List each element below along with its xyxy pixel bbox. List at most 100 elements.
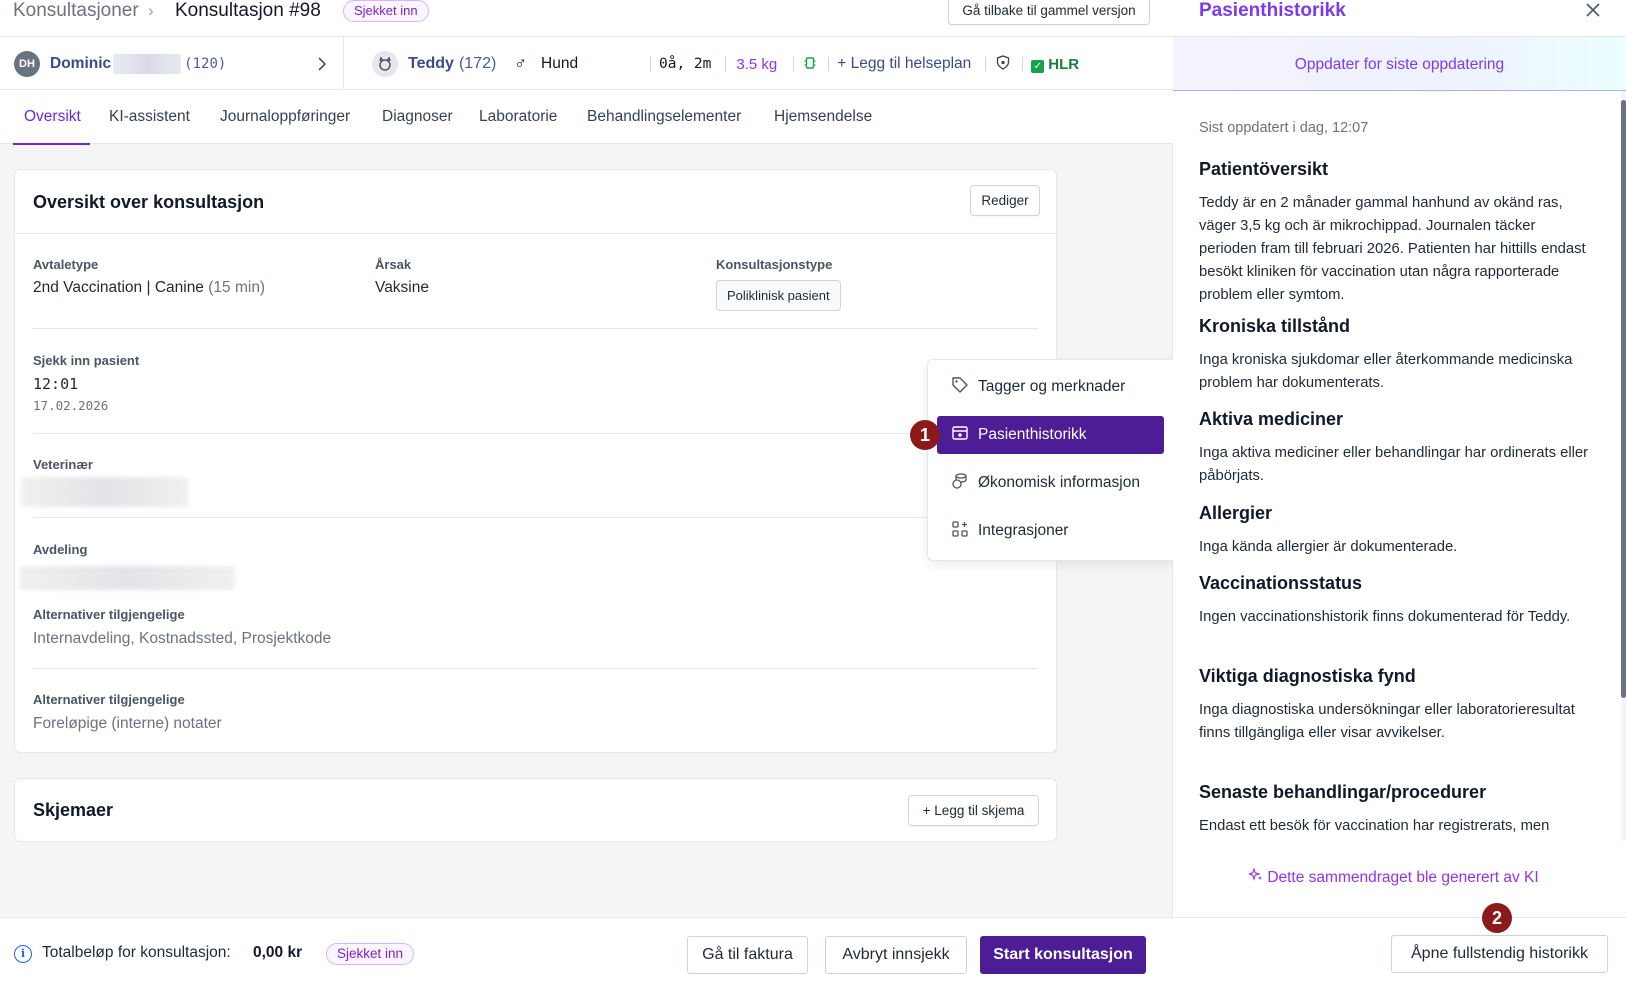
forms-title: Skjemaer [33,800,114,820]
close-icon[interactable] [1585,0,1601,24]
integrations-icon [951,520,978,543]
section-text: Inga aktiva mediciner eller behandlingar… [1199,445,1589,484]
more-menu: Tagger og merknader Pasienthistorikk Øko… [927,359,1173,561]
divider [793,57,795,71]
add-health-plan-button[interactable]: + Legg til helseplan [837,55,971,73]
owner-info[interactable]: DH Dominic (120) [14,37,226,91]
cancel-checkin-button[interactable]: Avbryt innsjekk [825,936,967,974]
start-consultation-button[interactable]: Start konsultasjon [980,936,1146,974]
owner-name[interactable]: Dominic [50,55,111,73]
section-heading: Kroniska tillstånd [1199,316,1351,336]
chevron-right-icon[interactable] [316,37,328,91]
section-text: Inga kroniska sjukdomar eller återkomman… [1199,352,1573,391]
breadcrumb-separator: › [148,1,154,20]
reason-label: Årsak [375,257,412,272]
pet-info: Teddy (172) ♂ Hund [372,37,578,91]
page-title: Konsultasjon #98 [175,0,321,21]
consult-type-tag: Poliklinisk pasient [716,280,841,311]
divider [985,57,987,71]
ai-note-text: Dette sammendraget ble generert av KI [1267,869,1539,886]
tab-laboratory[interactable]: Laboratorie [479,90,557,144]
tab-overview[interactable]: Oversikt [13,90,90,145]
status-badge: Sjekket inn [343,0,429,22]
tab-bar: Oversikt KI-assistent Journaloppføringer… [0,90,1173,145]
info-icon: i [14,945,32,963]
tab-treatment-items[interactable]: Behandlingselementer [587,90,741,144]
section-heading: Allergier [1199,503,1273,523]
tag-icon [951,376,978,399]
consultation-main: Konsultasjoner › Konsultasjon #98 Sjekke… [0,0,1173,985]
menu-item-financial[interactable]: Økonomisk informasjon [937,464,1164,502]
go-to-invoice-button[interactable]: Gå til faktura [687,936,808,974]
open-full-history-button[interactable]: Åpne fullstendig historikk [1391,935,1608,973]
tab-diagnoses[interactable]: Diagnoser [382,90,453,144]
coins-icon [951,472,978,495]
refresh-summary-button[interactable]: Oppdater for siste oppdatering [1173,36,1626,91]
divider [33,433,1038,434]
section-heading: Vaccinationsstatus [1199,573,1363,593]
consult-type-label: Konsultasjonstype [716,257,833,272]
shield-icon[interactable] [996,54,1010,74]
divider [1022,57,1024,71]
owner-surname-redacted [113,54,182,74]
edit-button[interactable]: Rediger [970,185,1040,216]
ai-generated-note: Dette sammendraget ble generert av KI [1247,867,1539,887]
tab-discharge[interactable]: Hjemsendelse [774,90,872,144]
divider [33,328,1038,329]
appointment-duration: (15 min) [208,279,266,296]
pet-weight: 3.5 kg [736,55,778,73]
divider [33,517,1038,518]
appointment-type-separator: | [146,279,151,296]
department-value-redacted [19,566,235,590]
section-text: Teddy är en 2 månader gammal hanhund av … [1199,195,1586,303]
pet-id: (172) [458,55,497,72]
section-heading: Patientöversikt [1199,159,1329,179]
overview-title: Oversikt over konsultasjon [33,192,265,212]
menu-item-label: Pasienthistorikk [978,426,1087,443]
pet-name[interactable]: Teddy [408,55,454,73]
section-heading: Senaste behandlingar/procedurer [1199,782,1487,802]
male-icon: ♂ [514,54,528,73]
checkin-date: 17.02.2026 [33,398,109,413]
appointment-type-value: 2nd Vaccination | Canine (15 min) [33,279,265,297]
last-updated: Sist oppdatert i dag, 12:07 [1199,120,1369,136]
patient-history-panel: Pasienthistorikk Oppdater for siste oppd… [1173,0,1626,985]
breadcrumb-parent[interactable]: Konsultasjoner [13,0,139,22]
plus-icon: + [837,55,847,72]
history-icon [951,424,978,447]
overview-card: Oversikt over konsultasjon Rediger Avtal… [14,169,1057,753]
department-label: Avdeling [33,542,88,557]
appointment-type-label: Avtaletype [33,257,99,272]
tab-journal[interactable]: Journaloppføringer [220,90,350,144]
step-badge-1: 1 [910,420,940,450]
old-version-button[interactable]: Gå tilbake til gammel versjon [948,0,1150,25]
pet-stats: 0å, 2m 3.5 kg + Legg til helseplan ✓ HLR [650,37,1079,91]
options-value: Internavdeling, Kostnadssted, Prosjektko… [33,630,332,647]
menu-item-tags[interactable]: Tagger og merknader [937,368,1164,406]
divider [1173,917,1626,918]
divider [15,233,1056,234]
options-label: Alternativer tilgjengelige [33,607,185,622]
pet-age: 0å, 2m [659,56,712,72]
options-value: Foreløpige (interne) notater [33,715,222,732]
history-summary: Sist oppdatert i dag, 12:07 Patientövers… [1199,91,1599,841]
pet-species: Hund [541,55,579,72]
add-form-button[interactable]: + Legg til skjema [908,795,1039,826]
patient-bar: DH Dominic (120) Teddy (172) ♂ Hund 0å, … [0,36,1173,91]
footer-status-badge: Sjekket inn [326,943,415,965]
menu-item-patient-history[interactable]: Pasienthistorikk [937,416,1164,454]
tab-ai-assistant[interactable]: KI-assistent [109,90,190,144]
total-label: Totalbeløp for konsultasjon: [42,944,231,961]
divider [33,668,1038,669]
divider [343,37,344,91]
section-heading: Aktiva mediciner [1199,409,1344,429]
scrollbar-thumb[interactable] [1621,100,1626,698]
section-text: Inga diagnostiska undersökningar eller l… [1199,702,1575,741]
menu-item-integrations[interactable]: Integrasjoner [937,512,1164,550]
section-text: Inga kända allergier är dokumenterade. [1199,539,1458,555]
top-bar: Konsultasjoner › Konsultasjon #98 Sjekke… [0,0,1173,36]
divider [725,57,727,71]
forms-card: Skjemaer + Legg til skjema [14,778,1057,842]
section-text: Endast ett besök för vaccination har reg… [1199,818,1550,834]
hlr-status: ✓ HLR [1031,56,1079,73]
